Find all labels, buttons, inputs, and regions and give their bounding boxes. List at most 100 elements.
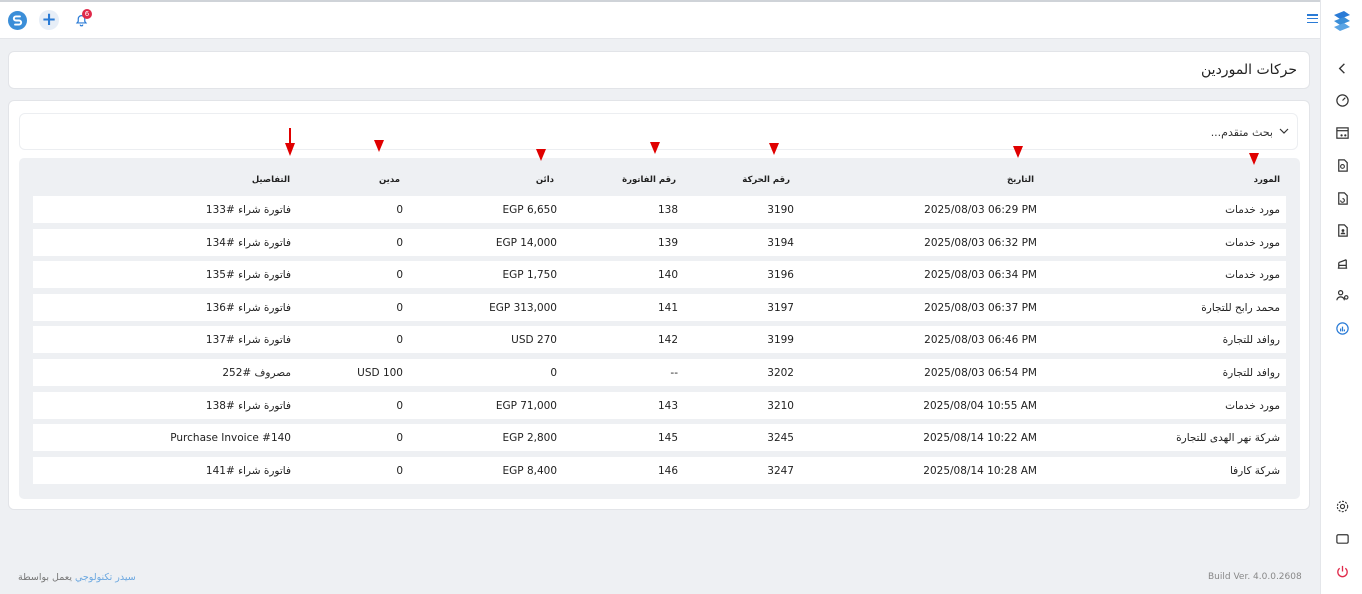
cell-movement-no: 3194 — [767, 236, 794, 249]
powered-by: سيدر تكنولوجي يعمل بواسطة — [18, 572, 136, 583]
menu-icon[interactable] — [1307, 14, 1318, 23]
header-details[interactable]: التفاصيل — [252, 175, 290, 185]
cell-details: فاتورة شراء #141 — [205, 464, 291, 477]
table-row[interactable]: مورد خدمات 2025/08/04 10:55 AM 3210 143 EGP … — [33, 391, 1286, 419]
sidebar-item-pos[interactable] — [1321, 117, 1362, 150]
header-movement-no[interactable]: رقم الحركة — [742, 175, 790, 185]
cell-details: فاتورة شراء #134 — [205, 236, 291, 249]
users-settings-icon — [1335, 290, 1348, 301]
cell-supplier: مورد خدمات — [1225, 399, 1280, 412]
speedometer-icon — [1335, 94, 1349, 107]
cell-debit: 0 — [396, 464, 403, 477]
sidebar — [1307, 0, 1362, 594]
power-icon — [1336, 565, 1348, 577]
sidebar-item-refresh-documents[interactable] — [1321, 182, 1362, 215]
cell-movement-no: 3245 — [767, 432, 794, 445]
cell-supplier: روافد للتجارة — [1222, 334, 1280, 347]
chevron-down-icon — [1279, 128, 1289, 134]
document-user-icon — [1337, 224, 1348, 237]
header-debit[interactable]: مدين — [379, 175, 400, 185]
cell-debit: 0 — [396, 204, 403, 216]
cell-movement-no: 3197 — [767, 301, 794, 314]
table-row[interactable]: مورد خدمات 2025/08/03 06:29 PM 3190 138 EGP … — [33, 196, 1286, 223]
cell-movement-no: 3190 — [767, 204, 794, 216]
sidebar-item-warehouse[interactable] — [1321, 247, 1362, 280]
cell-debit: 0 — [396, 399, 403, 412]
cell-date: 2025/08/03 06:54 PM — [924, 367, 1037, 379]
cell-details: فاتورة شراء #138 — [205, 399, 291, 412]
cell-invoice-no: 139 — [657, 236, 678, 249]
annotation-arrow-movement — [769, 143, 779, 155]
sidebar-item-dashboard[interactable] — [1321, 85, 1362, 118]
sidebar-item-display[interactable] — [1321, 523, 1362, 556]
window-cart-icon — [1335, 127, 1349, 139]
cell-invoice-no: 145 — [657, 432, 678, 445]
cell-date: 2025/08/03 06:37 PM — [924, 301, 1037, 314]
table-row[interactable]: مورد خدمات 2025/08/03 06:34 PM 3196 140 EGP … — [33, 261, 1286, 289]
header-credit[interactable]: دائن — [536, 175, 554, 185]
cell-date: 2025/08/03 06:34 PM — [924, 269, 1037, 282]
cell-movement-no: 3210 — [767, 399, 794, 412]
cell-supplier: مورد خدمات — [1225, 236, 1280, 249]
cell-details: فاتورة شراء #133 — [205, 204, 291, 216]
notification-badge: 6 — [82, 9, 92, 19]
notifications-button[interactable]: 6 — [71, 9, 92, 30]
annotation-arrow-supplier — [1249, 153, 1259, 165]
table-row[interactable]: شركة كارفا 2025/08/14 10:28 AM 3247 146 EGP … — [33, 456, 1286, 484]
annotation-arrow-date — [1013, 146, 1023, 158]
cell-credit: EGP 8,400 — [502, 464, 558, 477]
annotation-arrow-debit — [374, 140, 384, 152]
annotation-arrow-details — [285, 128, 295, 156]
cell-credit: USD 270 — [511, 334, 557, 347]
sidebar-item-settings[interactable] — [1321, 490, 1362, 523]
cell-movement-no: 3196 — [767, 269, 794, 282]
cell-credit: EGP 2,800 — [502, 432, 558, 445]
header-supplier[interactable]: المورد — [1254, 175, 1280, 185]
tablet-icon — [1335, 534, 1349, 545]
table-row[interactable]: روافد للتجارة 2025/08/03 06:46 PM 3199 142 U… — [33, 326, 1286, 354]
cell-invoice-no: 142 — [657, 334, 678, 347]
sidebar-item-reports[interactable] — [1321, 312, 1362, 345]
build-version: Build Ver. 4.0.0.2608 — [1208, 572, 1302, 582]
cell-invoice-no: 146 — [657, 464, 678, 477]
table-row[interactable]: مورد خدمات 2025/08/03 06:32 PM 3194 139 EGP … — [33, 228, 1286, 256]
page-header: حركات الموردين — [8, 51, 1310, 89]
cell-invoice-no: 140 — [657, 269, 678, 282]
sidebar-item-search-documents[interactable] — [1321, 150, 1362, 183]
cell-credit: EGP 6,650 — [502, 204, 558, 216]
table-header: المورد التاريخ رقم الحركة رقم الفاتورة د… — [33, 166, 1286, 192]
cell-credit: EGP 14,000 — [495, 236, 557, 249]
add-button[interactable]: + — [39, 10, 59, 30]
sidebar-item-logout[interactable] — [1321, 555, 1362, 588]
table-row[interactable]: محمد رابح للتجارة 2025/08/03 06:37 PM 3197… — [33, 293, 1286, 321]
document-refresh-icon — [1337, 192, 1348, 205]
brand-logo-icon[interactable] — [1330, 9, 1354, 33]
cell-supplier: روافد للتجارة — [1222, 367, 1280, 379]
table-row[interactable]: شركة نهر الهدى للتجارة 2025/08/14 10:22 A… — [33, 424, 1286, 452]
powered-by-brand[interactable]: سيدر تكنولوجي — [75, 572, 136, 583]
cell-debit: 0 — [396, 301, 403, 314]
sidebar-item-users[interactable] — [1321, 280, 1362, 313]
annotation-arrow-invoice — [650, 142, 660, 154]
warehouse-icon — [1337, 258, 1347, 269]
cell-supplier: مورد خدمات — [1225, 204, 1280, 216]
powered-by-prefix: يعمل بواسطة — [18, 572, 72, 583]
cell-debit: USD 100 — [357, 367, 403, 379]
table-row[interactable]: روافد للتجارة 2025/08/03 06:54 PM 3202 -- 0 U… — [33, 359, 1286, 386]
page-title: حركات الموردين — [1201, 62, 1297, 78]
app-logo-icon[interactable] — [8, 10, 27, 30]
sidebar-header — [1307, 2, 1362, 39]
sidebar-item-user-documents[interactable] — [1321, 215, 1362, 248]
cell-details: فاتورة شراء #136 — [205, 301, 291, 314]
header-invoice-no[interactable]: رقم الفاتورة — [622, 175, 676, 185]
cell-details: مصروف #252 — [222, 367, 291, 379]
cell-credit: EGP 71,000 — [495, 399, 557, 412]
cell-supplier: مورد خدمات — [1225, 269, 1280, 282]
header-date[interactable]: التاريخ — [1007, 175, 1034, 185]
cell-details: Purchase Invoice #140 — [170, 432, 291, 445]
top-bar: + 6 — [0, 0, 1320, 39]
cell-debit: 0 — [396, 334, 403, 347]
advanced-search-label: بحث متقدم... — [1210, 126, 1273, 139]
document-search-icon — [1337, 159, 1348, 172]
sidebar-item-back[interactable] — [1321, 52, 1362, 85]
